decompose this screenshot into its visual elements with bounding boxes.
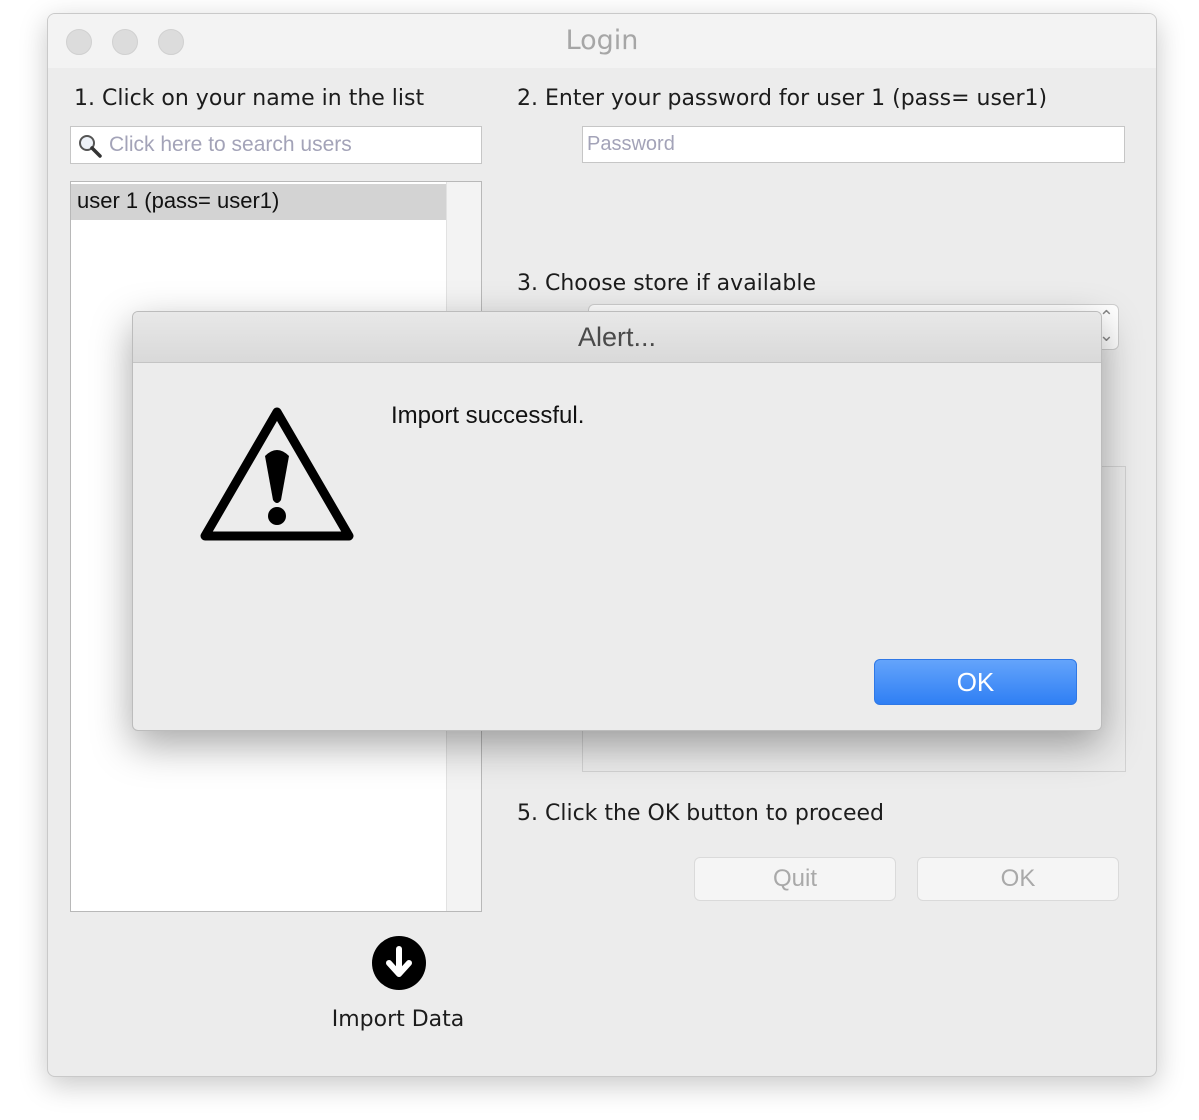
- alert-titlebar: Alert...: [133, 312, 1101, 363]
- download-arrow-icon[interactable]: [372, 936, 426, 990]
- import-data-label[interactable]: Import Data: [298, 1007, 498, 1032]
- step3-label: 3. Choose store if available: [517, 271, 816, 296]
- step2-label: 2. Enter your password for user 1 (pass=…: [517, 86, 1048, 111]
- quit-button[interactable]: Quit: [694, 857, 896, 901]
- step5-label: 5. Click the OK button to proceed: [517, 801, 884, 826]
- alert-dialog: Alert... Import successful. OK: [132, 311, 1102, 731]
- user-list-item-label: user 1 (pass= user1): [77, 188, 280, 213]
- window-titlebar: Login: [48, 14, 1156, 68]
- step1-label: 1. Click on your name in the list: [74, 86, 425, 111]
- search-box[interactable]: [70, 126, 482, 164]
- search-icon: [79, 135, 102, 158]
- user-list-item[interactable]: user 1 (pass= user1): [71, 184, 446, 220]
- alert-title: Alert...: [577, 322, 657, 352]
- alert-message: Import successful.: [391, 402, 585, 429]
- warning-triangle-icon: [200, 407, 354, 541]
- search-input[interactable]: [109, 128, 477, 162]
- alert-ok-button[interactable]: OK: [874, 659, 1077, 705]
- window-title: Login: [565, 25, 639, 56]
- password-input[interactable]: [582, 126, 1125, 163]
- ok-button[interactable]: OK: [917, 857, 1119, 901]
